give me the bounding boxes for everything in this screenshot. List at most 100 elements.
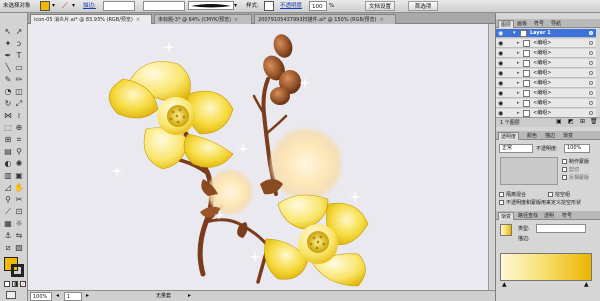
expand-triangle-icon[interactable]: ▸ [517,99,520,107]
layer-row-group[interactable]: ◉ ▸ <编组> [496,99,596,108]
first-page-icon[interactable]: ◂ [56,292,59,301]
chart-tool-icon[interactable]: ▦ [3,219,13,229]
close-icon[interactable]: × [234,17,238,23]
artboard-canvas[interactable] [28,24,488,290]
new-layer-icon[interactable]: ▣ [556,118,562,125]
eraser-tool-icon[interactable]: ◫ [14,87,24,97]
stroke-weight-select[interactable] [103,1,135,11]
hand-tool-icon[interactable]: ✋ [14,183,24,193]
expand-triangle-icon[interactable]: ▸ [517,39,520,47]
target-circle-icon[interactable] [589,61,593,65]
clipping-mask-icon[interactable]: ◩ [568,118,574,125]
gradient-type-select[interactable] [536,224,586,233]
invert-mask-checkbox[interactable]: 反相蒙版 [562,174,589,181]
stroke-dropdown-arrow-icon[interactable]: ▾ [72,1,75,11]
brush-select[interactable] [188,1,234,10]
tab-stroke[interactable]: 描边 [543,132,557,140]
target-circle-icon[interactable] [589,31,593,35]
fill-color-swatch[interactable] [40,1,50,11]
blend-mode-select[interactable]: 正常 [499,144,533,153]
make-mask-button[interactable]: 制作蒙版 [562,158,589,165]
mesh-tool-icon[interactable]: ⌗ [14,135,24,145]
lasso-tool-icon[interactable]: ↄ [14,39,24,49]
anchor-tool-icon[interactable]: ⚓ [3,231,13,241]
preferences-button[interactable]: 首选项 [408,1,438,11]
expand-triangle-icon[interactable]: ▸ [517,49,520,57]
rectangle-tool-icon[interactable]: ▭ [14,63,24,73]
zoom-tool-icon[interactable]: ⚲ [3,195,13,205]
target-circle-icon[interactable] [589,101,593,105]
reflect-tool-icon[interactable]: ⇋ [14,231,24,241]
next-page-icon[interactable]: ▸ [86,292,89,301]
tab-gradient[interactable]: 渐变 [561,132,575,140]
rotate-tool-icon[interactable]: ↻ [3,99,13,109]
free-transform-tool-icon[interactable]: ⬚ [3,123,13,133]
visibility-eye-icon[interactable]: ◉ [498,80,503,87]
layer-row-group[interactable]: ◉ ▸ <编组> [496,79,596,88]
expand-triangle-icon[interactable]: ▸ [517,69,520,77]
target-circle-icon[interactable] [589,81,593,85]
gradient-mode-icon[interactable] [12,281,18,287]
gradient-tool-icon[interactable]: ▤ [3,147,13,157]
close-icon[interactable]: × [380,17,384,23]
print-tiling-tool-icon[interactable]: ⊡ [14,207,24,217]
visibility-eye-icon[interactable]: ◉ [498,70,503,77]
visibility-eye-icon[interactable]: ◉ [498,50,503,57]
shear-tool-icon[interactable]: ⧄ [3,243,13,253]
variable-width-select[interactable] [143,1,185,11]
target-circle-icon[interactable] [589,41,593,45]
visibility-eye-icon[interactable]: ◉ [498,40,503,47]
target-circle-icon[interactable] [589,71,593,75]
expand-triangle-icon[interactable]: ▸ [517,79,520,87]
gradient-stop-icon[interactable]: ▲ [584,281,589,288]
gradient-slider[interactable] [500,253,592,281]
tab-color[interactable]: 颜色 [525,132,539,140]
tab-transparency[interactable]: 透明度 [498,132,520,140]
status-menu-arrow-icon[interactable]: ▸ [188,292,191,301]
visibility-eye-icon[interactable]: ◉ [498,90,503,97]
brush-dropdown-arrow-icon[interactable]: ▾ [234,1,237,11]
delete-layer-icon[interactable]: 🗑 [590,118,598,125]
layer-row-group[interactable]: ◉ ▸ <编组> [496,59,596,68]
none-mode-icon[interactable]: ⟋ [20,281,26,288]
document-tab-1[interactable]: icon-05 消炎片.ai* @ 83.93% (RGB/预览) × [30,14,152,24]
width-tool-icon[interactable]: ⋈ [3,111,13,121]
expand-triangle-icon[interactable]: ▸ [517,109,520,117]
line-tool-icon[interactable]: ╲ [3,63,13,73]
layer-row-group[interactable]: ◉ ▸ <编组> [496,39,596,48]
gradient-stop-icon[interactable]: ▲ [502,281,507,288]
color-mode-icon[interactable] [4,281,10,287]
expand-triangle-icon[interactable]: ▸ [517,89,520,97]
close-icon[interactable]: × [136,17,140,23]
pen-tool-icon[interactable]: ✒ [3,51,13,61]
document-tab-2[interactable]: 未标题-3* @ 64% (CMYK/预览) × [154,14,252,24]
gradient-thumbnail[interactable] [500,224,512,236]
perspective-grid-tool-icon[interactable]: ⊞ [3,135,13,145]
new-sublayer-icon[interactable]: ⊞ [580,118,585,125]
tab-symbols[interactable]: 符号 [532,20,546,28]
paintbrush-tool-icon[interactable]: ✎ [3,75,13,85]
tab-transparent[interactable]: 透明 [542,212,556,220]
tab-pathfinder[interactable]: 路径查找 [516,212,540,220]
direct-selection-tool-icon[interactable]: ↗ [14,27,24,37]
visibility-eye-icon[interactable]: ◉ [498,110,503,117]
clip-checkbox[interactable]: 剪切 [562,166,579,173]
style-swatch[interactable] [264,1,274,11]
layer-row-group[interactable]: ◉ ▸ <编组> [496,49,596,58]
magic-wand-tool-icon[interactable]: ✦ [3,39,13,49]
scissors-tool-icon[interactable]: ✂ [14,195,24,205]
layer-row-group[interactable]: ◉ ▸ <编组> [496,89,596,98]
zoom-select[interactable]: 100% [30,292,52,301]
blob-brush-tool-icon[interactable]: ◔ [3,87,13,97]
isolate-blending-checkbox[interactable]: 隔离混合 [499,191,526,198]
layer-row-layer-1[interactable]: ◉ ▾ Layer 1 [496,29,596,38]
live-paint-tool-icon[interactable]: ▧ [14,243,24,253]
stroke-link[interactable]: 描边: [83,1,96,11]
target-circle-icon[interactable] [589,51,593,55]
stroke-color-box[interactable] [11,264,24,277]
expand-triangle-icon[interactable]: ▸ [517,59,520,67]
knockout-group-checkbox[interactable]: 挖空组 [548,191,570,198]
flare-tool-icon[interactable]: ☼ [14,219,24,229]
document-tab-3[interactable]: 20079105437993扫描件.ai* @ 150% (RGB/预览) × [254,14,396,24]
stroke-swatch-icon[interactable]: ⟋ [62,1,68,11]
